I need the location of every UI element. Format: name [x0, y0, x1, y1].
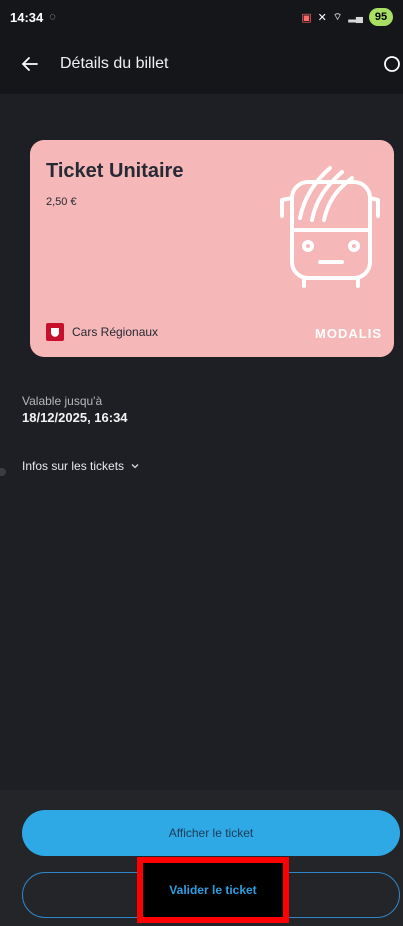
- status-left: 14:34 ◌: [10, 10, 56, 25]
- signal-icon: ▂▄: [348, 11, 363, 23]
- status-bar: 14:34 ◌ ▣ ✕ ⌔ ▂▄ 95: [0, 0, 403, 34]
- validity-label: Valable jusqu'à: [22, 394, 103, 408]
- ticket-card[interactable]: Ticket Unitaire 2,50 € Cars Régionaux MO…: [30, 140, 394, 357]
- bus-icon: [280, 166, 380, 288]
- refresh-icon: [384, 56, 400, 72]
- show-ticket-label: Afficher le ticket: [168, 826, 254, 840]
- back-button[interactable]: [0, 34, 60, 94]
- page-title: Détails du billet: [60, 55, 169, 72]
- ticket-info-label: Infos sur les tickets: [22, 459, 125, 473]
- ticket-info-toggle[interactable]: Infos sur les tickets: [22, 459, 140, 473]
- operator-name: Cars Régionaux: [72, 325, 159, 339]
- validity-section: Valable jusqu'à 18/12/2025, 16:34: [22, 394, 128, 425]
- shield-icon: [51, 328, 59, 337]
- brand-logo: MODALIS: [315, 326, 382, 341]
- operator: Cars Régionaux: [46, 323, 158, 341]
- notification-icon: ◌: [49, 11, 56, 23]
- app-bar: Détails du billet: [0, 34, 403, 94]
- ticket-price: 2,50 €: [46, 196, 77, 208]
- arrow-left-icon: [21, 57, 38, 71]
- mute-icon: ✕: [317, 11, 327, 24]
- battery-badge: 95: [369, 8, 393, 26]
- validity-value: 18/12/2025, 16:34: [22, 410, 128, 425]
- refresh-button[interactable]: [373, 48, 403, 80]
- cast-icon: ▣: [301, 11, 312, 24]
- validate-ticket-label: Valider le ticket: [169, 883, 257, 897]
- status-time: 14:34: [10, 9, 44, 25]
- wifi-icon: ⌔: [332, 11, 343, 23]
- status-right: ▣ ✕ ⌔ ▂▄ 95: [301, 8, 393, 26]
- validate-ticket-button[interactable]: Valider le ticket: [137, 857, 289, 923]
- edge-handle: [0, 468, 6, 476]
- ticket-title: Ticket Unitaire: [46, 160, 184, 182]
- operator-logo: [46, 323, 64, 341]
- chevron-down-icon: [131, 464, 139, 469]
- show-ticket-button[interactable]: Afficher le ticket: [22, 810, 400, 856]
